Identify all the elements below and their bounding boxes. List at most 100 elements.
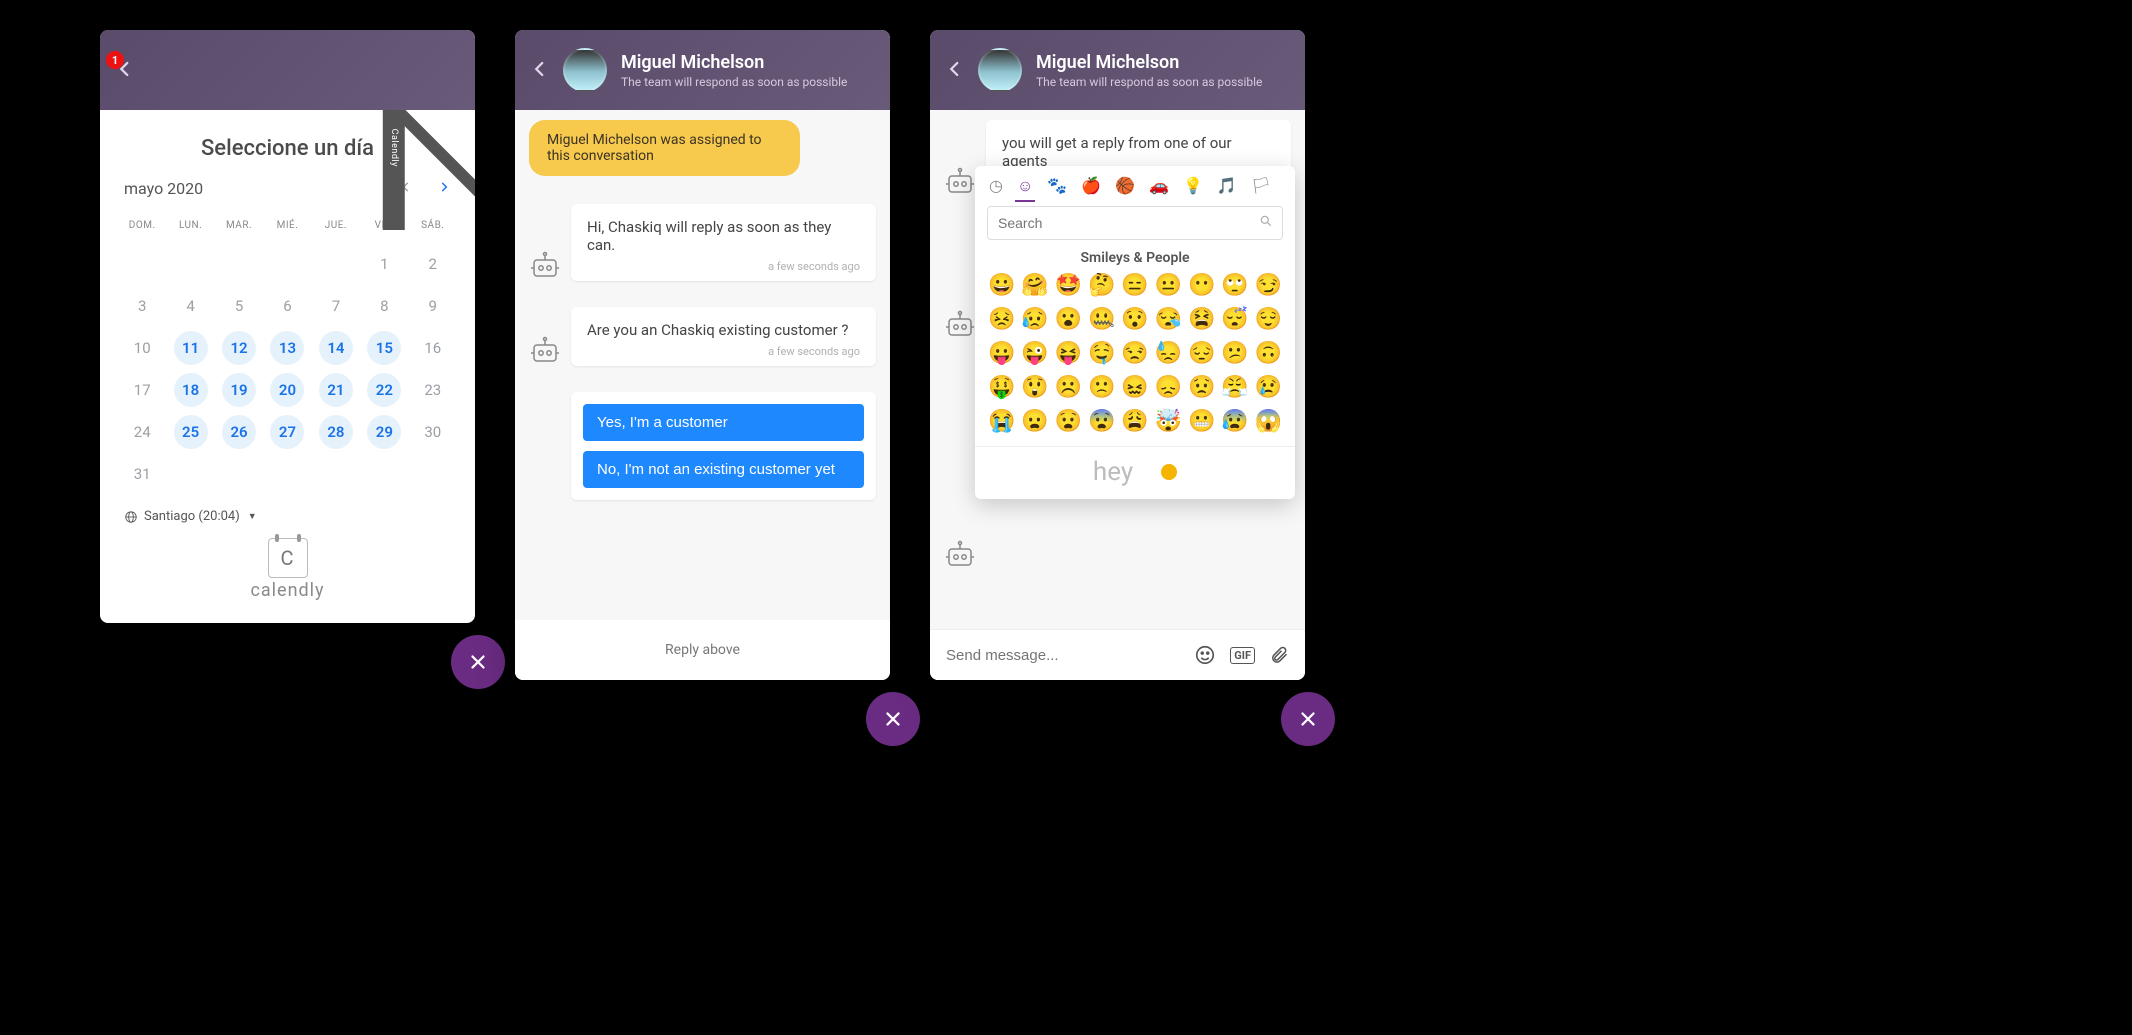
agent-subtitle: The team will respond as soon as possibl… (621, 75, 847, 89)
emoji-category-tab[interactable]: 💡 (1183, 176, 1203, 196)
message-input[interactable] (946, 647, 1180, 664)
back-button[interactable] (946, 55, 964, 85)
emoji[interactable]: 😧 (1054, 408, 1083, 436)
calendar-day-available[interactable]: 12 (215, 327, 263, 369)
emoji[interactable]: 😛 (987, 340, 1016, 368)
emoji[interactable]: 😟 (1187, 374, 1216, 402)
calendar-day-available[interactable]: 13 (263, 327, 311, 369)
emoji[interactable]: 😏 (1254, 272, 1283, 300)
emoji[interactable]: 🙃 (1254, 340, 1283, 368)
message-text: you will get a reply from one of our age… (1002, 134, 1275, 170)
emoji[interactable]: 😔 (1187, 340, 1216, 368)
emoji[interactable]: 🤗 (1020, 272, 1049, 300)
bot-icon (529, 251, 561, 281)
emoji-category-tab[interactable]: 🍎 (1081, 176, 1101, 196)
calendar-day-available[interactable]: 21 (312, 369, 360, 411)
emoji[interactable]: 😬 (1187, 408, 1216, 436)
emoji-category-tab[interactable]: 🏳 (1251, 176, 1271, 196)
option-button-no[interactable]: No, I'm not an existing customer yet (583, 451, 864, 488)
widget-header: 1 (100, 30, 475, 110)
calendar-day-available[interactable]: 19 (215, 369, 263, 411)
emoji[interactable]: 🙁 (1087, 374, 1116, 402)
close-widget-button[interactable] (451, 635, 505, 689)
emoji[interactable]: 😮 (1054, 306, 1083, 334)
weekday-label: MIÉ. (263, 212, 311, 243)
calendar-day-available[interactable]: 27 (263, 411, 311, 453)
calendar-day-available[interactable]: 20 (263, 369, 311, 411)
emoji[interactable]: 😌 (1254, 306, 1283, 334)
calendar-day-available[interactable]: 29 (360, 411, 408, 453)
emoji[interactable]: 🤑 (987, 374, 1016, 402)
emoji[interactable]: 😩 (1120, 408, 1149, 436)
emoji[interactable]: 😖 (1120, 374, 1149, 402)
calendar-body: DESARROLLADO POR Calendly Seleccione un … (100, 110, 475, 532)
emoji[interactable]: 😱 (1254, 408, 1283, 436)
close-widget-button[interactable] (1281, 692, 1335, 746)
emoji-category-tab[interactable]: 🏀 (1115, 176, 1135, 196)
emoji[interactable]: 😥 (1020, 306, 1049, 334)
emoji[interactable]: 😑 (1120, 272, 1149, 300)
emoji-category-tab[interactable]: ☺ (1017, 176, 1033, 196)
emoji[interactable]: 😴 (1220, 306, 1249, 334)
emoji[interactable]: 🤩 (1054, 272, 1083, 300)
emoji[interactable]: 😐 (1154, 272, 1183, 300)
calendar-day-available[interactable]: 26 (215, 411, 263, 453)
emoji[interactable]: 🤯 (1154, 408, 1183, 436)
emoji[interactable]: 😯 (1120, 306, 1149, 334)
emoji[interactable]: 🤤 (1087, 340, 1116, 368)
calendar-day: 17 (118, 369, 166, 411)
emoji[interactable]: 😨 (1087, 408, 1116, 436)
emoji[interactable]: 😓 (1154, 340, 1183, 368)
calendar-day (263, 243, 311, 285)
widget-header: Miguel Michelson The team will respond a… (930, 30, 1305, 110)
bot-icon (944, 310, 976, 340)
emoji[interactable]: ☹️ (1054, 374, 1083, 402)
emoji[interactable]: 😕 (1220, 340, 1249, 368)
gif-button[interactable]: GIF (1230, 647, 1255, 664)
emoji[interactable]: 😀 (987, 272, 1016, 300)
calendar-day-available[interactable]: 11 (166, 327, 214, 369)
calendar-day: 24 (118, 411, 166, 453)
back-button[interactable]: 1 (116, 55, 134, 85)
emoji[interactable]: 😪 (1154, 306, 1183, 334)
emoji[interactable]: 😶 (1187, 272, 1216, 300)
emoji[interactable]: 😝 (1054, 340, 1083, 368)
calendar-day-available[interactable]: 15 (360, 327, 408, 369)
emoji[interactable]: 🤔 (1087, 272, 1116, 300)
emoji[interactable]: 😒 (1120, 340, 1149, 368)
close-widget-button[interactable] (866, 692, 920, 746)
emoji[interactable]: 🙄 (1220, 272, 1249, 300)
emoji-category-tab[interactable]: 🎵 (1217, 176, 1237, 196)
calendar-day-available[interactable]: 22 (360, 369, 408, 411)
emoji-search-input[interactable] (987, 206, 1283, 240)
weekday-label: DOM. (118, 212, 166, 243)
emoji-category-tab[interactable]: 🚗 (1149, 176, 1169, 196)
calendar-day: 7 (312, 285, 360, 327)
emoji[interactable]: 😣 (987, 306, 1016, 334)
emoji[interactable]: 😜 (1020, 340, 1049, 368)
emoji[interactable]: 😫 (1187, 306, 1216, 334)
skin-tone-selector[interactable] (1161, 464, 1177, 480)
emoji[interactable]: 😤 (1220, 374, 1249, 402)
emoji[interactable]: 😰 (1220, 408, 1249, 436)
emoji[interactable]: 😢 (1254, 374, 1283, 402)
option-button-yes[interactable]: Yes, I'm a customer (583, 404, 864, 441)
search-icon (1259, 214, 1273, 232)
message-composer: GIF (930, 629, 1305, 680)
emoji[interactable]: 😦 (1020, 408, 1049, 436)
back-button[interactable] (531, 55, 549, 85)
attachment-button[interactable] (1269, 645, 1289, 665)
emoji[interactable]: 😞 (1154, 374, 1183, 402)
timezone-selector[interactable]: Santiago (20:04) ▼ (118, 495, 457, 528)
calendar-day-available[interactable]: 25 (166, 411, 214, 453)
emoji[interactable]: 🤐 (1087, 306, 1116, 334)
calendar-day-available[interactable]: 18 (166, 369, 214, 411)
calendar-day-available[interactable]: 14 (312, 327, 360, 369)
emoji-category-tab[interactable]: 🐾 (1047, 176, 1067, 196)
emoji[interactable]: 😲 (1020, 374, 1049, 402)
calendly-logo-icon: C (268, 538, 308, 578)
calendar-day-available[interactable]: 28 (312, 411, 360, 453)
emoji-category-tab[interactable]: ◷ (989, 176, 1003, 196)
emoji[interactable]: 😭 (987, 408, 1016, 436)
emoji-button[interactable] (1194, 644, 1216, 666)
